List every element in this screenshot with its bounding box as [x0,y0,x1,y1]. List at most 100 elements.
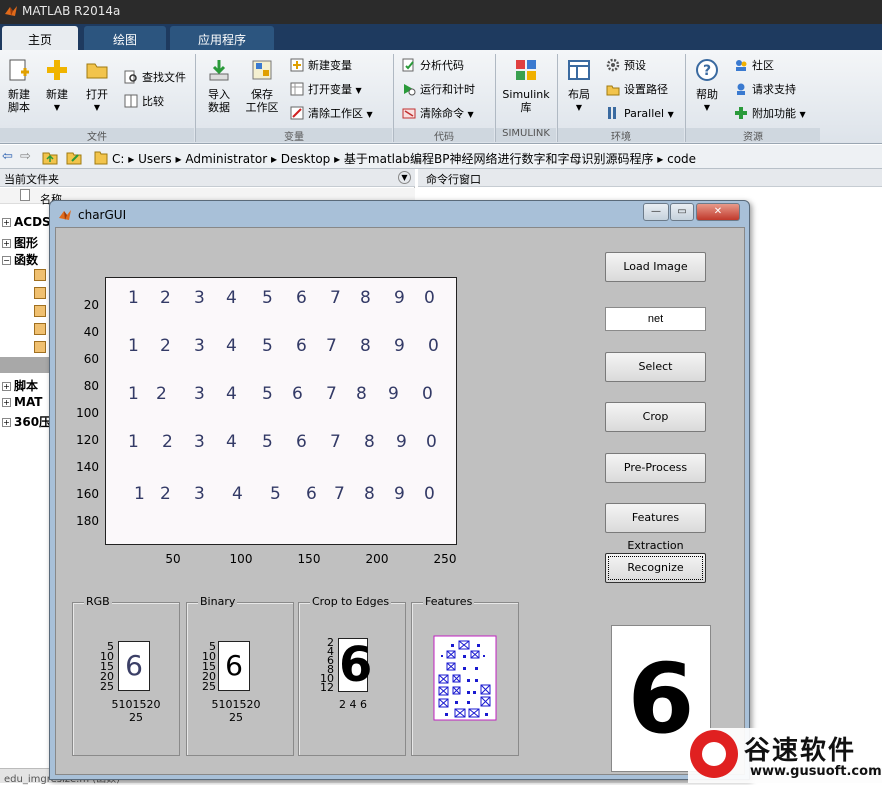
analyze-code-button[interactable]: 分析代码 [402,58,464,73]
browse-folder-icon[interactable] [66,149,82,165]
ribbon: 新建 脚本 新建 ▼ 打开 ▼ 查找文件 比较 文件 导入 数据 保存 工作区 … [0,50,882,144]
new-dropdown-icon: ▼ [53,103,61,112]
y-tick-label: 180 [76,514,99,528]
recognized-digit: 6 [627,643,695,755]
tab-home[interactable]: 主页 [2,26,78,50]
group-code-label: 代码 [394,128,494,143]
digit-cell: 9 [388,384,399,404]
clear-commands-label: 清除命令 [420,107,464,120]
y-tick-label: 100 [76,406,99,420]
mfile-icon[interactable] [34,305,46,317]
digit-cell: 0 [422,384,433,404]
help-button[interactable]: ? 帮助 ▼ [690,54,724,114]
tree-item-label: MAT [14,395,43,409]
help-dropdown-icon: ▼ [703,103,711,112]
binary-digit: 6 [225,649,243,682]
digit-cell: 1 [128,336,139,356]
find-files-button[interactable]: 查找文件 [124,70,186,85]
digit-cell: 5 [262,288,273,308]
new-variable-button[interactable]: 新建变量 [290,58,352,73]
tree-item-360[interactable]: +360压 [2,413,51,430]
help-label: 帮助 [696,88,718,101]
addons-button[interactable]: 附加功能 ▼ [734,106,806,122]
open-variable-dropdown-icon: ▼ [355,86,362,95]
mfile-icon[interactable] [34,323,46,335]
up-folder-icon[interactable] [42,149,58,165]
digit-cell: 5 [262,336,273,356]
main-image-axes: 1 2 3 4 5 6 7 8 9 0 1 2 3 4 5 6 7 8 9 0 … [105,277,457,545]
digit-cell: 8 [356,384,367,404]
tree-item-scripts[interactable]: + 脚本 [2,377,38,394]
binary-panel-label: Binary [198,595,238,608]
set-path-button[interactable]: 设置路径 [606,82,668,97]
layout-button[interactable]: 布局 ▼ [562,54,596,114]
plus-icon [47,60,67,80]
mfile-icon[interactable] [34,341,46,353]
parallel-label: Parallel [624,107,665,120]
digit-cell: 1 [134,484,145,504]
new-script-button[interactable]: 新建 脚本 [2,54,36,114]
y-tick-label: 80 [83,379,99,393]
clear-workspace-icon [290,106,304,120]
tab-apps[interactable]: 应用程序 [170,26,274,50]
preprocess-button[interactable]: Pre-Process [605,453,706,483]
matlab-logo-icon [5,6,17,16]
compare-button[interactable]: 比较 [124,94,164,109]
digit-cell: 4 [226,432,237,452]
features-extraction-button[interactable]: Features Extraction [605,503,706,552]
simulink-library-button[interactable]: Simulink 库 [500,54,552,114]
tree-item-acds[interactable]: + ACDS [2,215,51,229]
run-and-time-button[interactable]: 运行和计时 [402,82,475,97]
tree-item-graphics[interactable]: + 图形 [2,234,38,251]
import-data-button[interactable]: 导入 数据 [202,54,236,114]
community-button[interactable]: 社区 [734,58,774,73]
crop-button[interactable]: Crop [605,402,706,432]
digit-cell: 1 [128,288,139,308]
load-image-button[interactable]: Load Image [605,252,706,282]
select-button[interactable]: Select [605,352,706,382]
digit-cell: 2 [160,336,171,356]
brand-name: 谷速软件 [744,736,857,766]
group-variable-label: 变量 [196,128,392,143]
open-button[interactable]: 打开 ▼ [80,54,114,114]
tree-item-mat[interactable]: + MAT [2,395,42,409]
close-button[interactable]: ✕ [696,203,740,221]
save-workspace-button[interactable]: 保存 工作区 [242,54,282,114]
binary-xticks: 5101520 25 [211,698,261,724]
request-support-button[interactable]: 请求支持 [734,82,796,97]
digit-cell: 7 [326,336,337,356]
mfile-icon[interactable] [34,269,46,281]
mfile-icon[interactable] [34,287,46,299]
clear-commands-button[interactable]: 清除命令 ▼ [402,106,474,122]
breadcrumb[interactable]: C: ▸ Users ▸ Administrator ▸ Desktop ▸ 基… [112,150,696,167]
digit-cell: 8 [360,288,371,308]
compare-label: 比较 [142,95,164,108]
forward-arrow-icon[interactable]: ⇨ [20,149,31,164]
digit-cell: 6 [296,336,307,356]
digit-cell: 1 [128,432,139,452]
minimize-button[interactable]: — [643,203,669,221]
net-input[interactable] [605,307,706,331]
rgb-digit: 6 [125,649,143,682]
parallel-icon [608,107,616,119]
x-tick-label: 100 [229,552,253,566]
recognize-button[interactable]: Recognize [605,553,706,583]
back-arrow-icon[interactable]: ⇦ [2,149,13,164]
tab-plots[interactable]: 绘图 [84,26,166,50]
parallel-button[interactable]: Parallel ▼ [606,106,674,122]
preferences-button[interactable]: 预设 [606,58,646,73]
binary-yticks: 5 10 15 20 25 [200,641,216,692]
new-button[interactable]: 新建 ▼ [40,54,74,114]
clear-workspace-button[interactable]: 清除工作区 ▼ [290,106,373,122]
tree-item-functions[interactable]: − 函数 [2,251,38,268]
open-variable-button[interactable]: 打开变量 ▼ [290,82,362,98]
support-icon [737,83,745,95]
y-tick-label: 140 [76,460,99,474]
run-and-time-icon [404,84,416,96]
group-simulink-label: SIMULINK [496,128,556,142]
selected-row[interactable] [0,357,49,373]
file-type-icon [20,189,30,201]
panel-menu-icon[interactable]: ▼ [398,171,411,184]
maximize-button[interactable]: ▭ [670,203,694,221]
digit-cell: 1 [128,384,139,404]
